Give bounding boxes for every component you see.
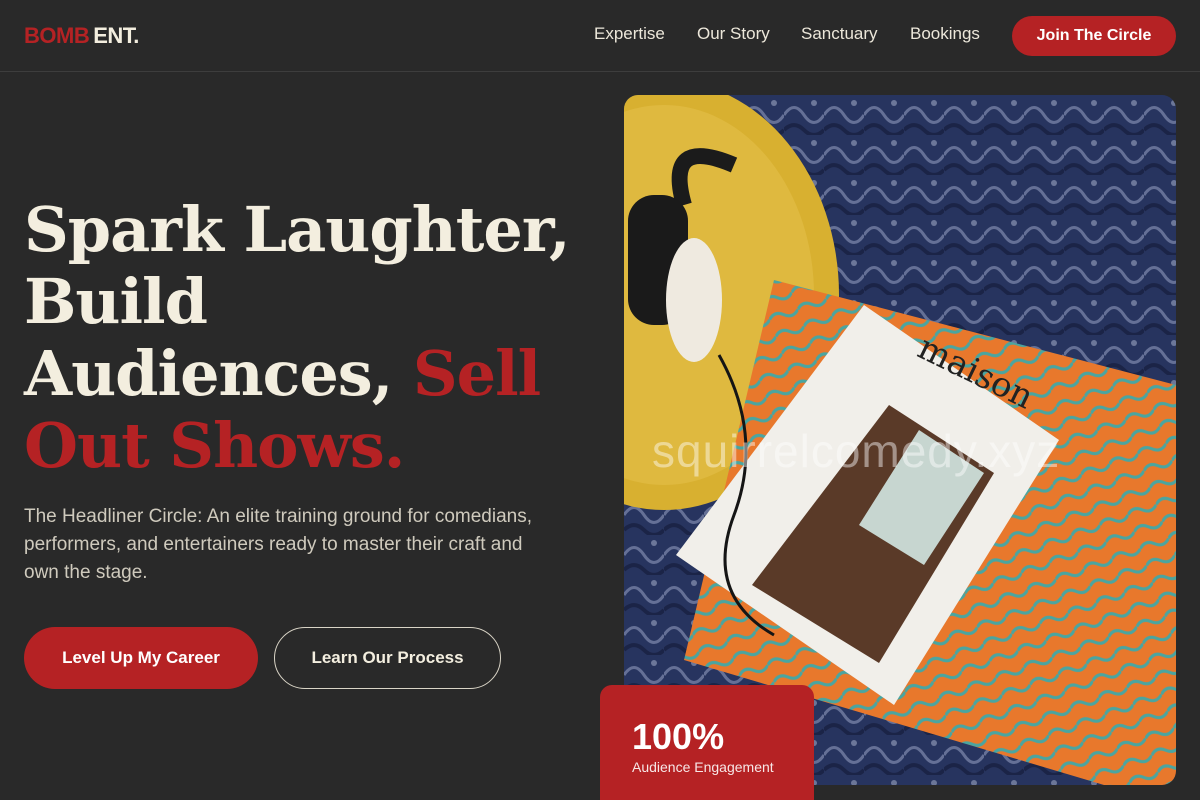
headline-line-3: Audiences,	[24, 337, 393, 410]
nav-link-bookings[interactable]: Bookings	[910, 24, 980, 44]
learn-process-button[interactable]: Learn Our Process	[274, 627, 501, 689]
join-the-circle-button[interactable]: Join The Circle	[1012, 16, 1176, 56]
headline-accent-2: Out Shows.	[24, 409, 405, 482]
stat-label: Audience Engagement	[632, 759, 774, 775]
hero-subcopy: The Headliner Circle: An elite training …	[24, 506, 532, 583]
hero-headline: Spark Laughter, Build Audiences, Sell Ou…	[24, 194, 604, 482]
watermark-text: squirrelcomedy.xyz	[652, 425, 1061, 477]
headline-line-1: Spark Laughter,	[24, 193, 571, 266]
nav-link-expertise[interactable]: Expertise	[594, 24, 665, 44]
top-navigation: BOMB ENT. Expertise Our Story Sanctuary B…	[0, 0, 1200, 72]
audience-engagement-card: 100% Audience Engagement	[600, 685, 814, 800]
nav-link-our-story[interactable]: Our Story	[697, 24, 770, 44]
nav-link-sanctuary[interactable]: Sanctuary	[801, 24, 878, 44]
level-up-career-button[interactable]: Level Up My Career	[24, 627, 258, 689]
headline-line-2: Build	[24, 265, 208, 338]
headline-accent-1: Sell	[412, 337, 541, 410]
stat-value: 100%	[632, 716, 725, 757]
